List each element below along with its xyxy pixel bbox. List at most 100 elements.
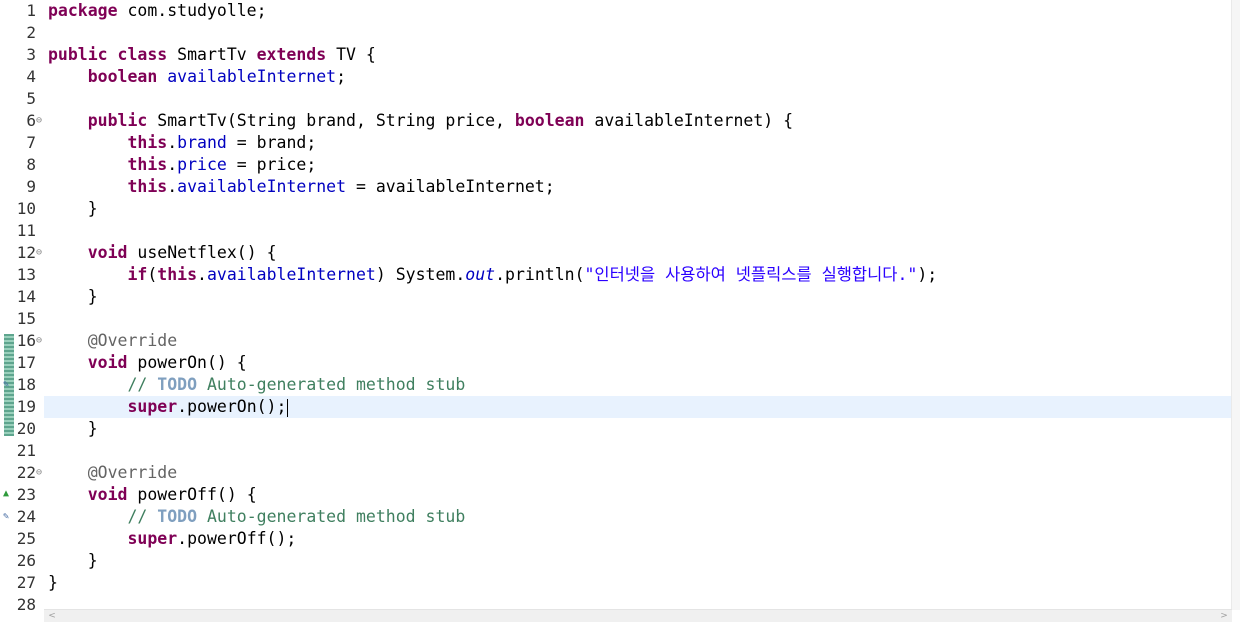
code-token: availableInternet) {	[584, 111, 794, 130]
line-number: 7	[26, 133, 36, 152]
code-line-text: super.powerOn();	[48, 396, 289, 418]
code-token: (	[147, 265, 158, 284]
vertical-scrollbar[interactable]	[1231, 0, 1240, 610]
code-line[interactable]: void useNetflex() {	[44, 242, 1232, 264]
code-line[interactable]: super.powerOn();	[44, 396, 1232, 418]
line-number: 13	[16, 265, 36, 284]
code-line[interactable]: public class SmartTv extends TV {	[44, 44, 1232, 66]
code-line[interactable]: super.powerOff();	[44, 528, 1232, 550]
code-line[interactable]: }	[44, 198, 1232, 220]
code-token: super	[127, 397, 178, 416]
line-number: 6	[26, 111, 36, 130]
code-token: this	[127, 133, 168, 152]
code-line[interactable]	[44, 88, 1232, 110]
override-triangle-icon[interactable]: ▲	[3, 488, 15, 500]
code-token: this	[157, 265, 198, 284]
line-number: 8	[26, 155, 36, 174]
code-line-text: public SmartTv(String brand, String pric…	[48, 110, 793, 132]
code-token: availableInternet	[167, 67, 337, 86]
code-editor[interactable]: 1 2 3 4 5 6 ⊖ 7 8 9 10 11 12 ⊖ 13 14 15 16 ⊖ 17 18 19 20 21 22 ⊖ 2…	[0, 0, 1232, 614]
code-token: .println(	[495, 265, 585, 284]
code-token: ) System.	[375, 265, 466, 284]
horizontal-scrollbar[interactable]: < >	[44, 609, 1232, 622]
code-line[interactable]	[44, 220, 1232, 242]
code-token: );	[917, 265, 938, 284]
code-line[interactable]: }	[44, 572, 1232, 594]
task-marker-icon[interactable]: ✎	[3, 511, 15, 523]
code-token: "인터넷을 사용하여 넷플릭스를 실행합니다."	[584, 265, 918, 284]
code-line[interactable]: void powerOn() {	[44, 352, 1232, 374]
code-token: .	[167, 177, 178, 196]
code-line[interactable]: boolean availableInternet;	[44, 66, 1232, 88]
code-token: powerOn() {	[127, 353, 247, 372]
line-number: 4	[26, 67, 36, 86]
fold-collapse-icon[interactable]: ⊖	[36, 330, 44, 352]
code-token: void	[87, 353, 128, 372]
code-token: }	[48, 199, 98, 218]
code-token: .	[167, 133, 178, 152]
code-line[interactable]: @Override	[44, 462, 1232, 484]
code-token: //	[127, 375, 158, 394]
code-line-text: }	[48, 286, 98, 308]
code-token: SmartTv(String brand, String price,	[147, 111, 515, 130]
line-number: 5	[26, 89, 36, 108]
fold-collapse-icon[interactable]: ⊖	[36, 462, 44, 484]
code-line[interactable]: }	[44, 550, 1232, 572]
code-token: powerOff() {	[127, 485, 257, 504]
code-line-text: void powerOn() {	[48, 352, 247, 374]
code-line[interactable]	[44, 308, 1232, 330]
code-token: this	[127, 155, 168, 174]
code-token: }	[48, 287, 98, 306]
code-token: = price;	[226, 155, 317, 174]
code-token: TODO	[157, 375, 198, 394]
code-line[interactable]: this.brand = brand;	[44, 132, 1232, 154]
code-token: }	[48, 551, 98, 570]
line-number: 3	[26, 45, 36, 64]
code-token: boolean	[87, 67, 158, 86]
task-marker-icon[interactable]: ✎	[3, 379, 15, 391]
scroll-left-icon[interactable]: <	[46, 610, 58, 622]
code-line-text: void useNetflex() {	[48, 242, 277, 264]
scroll-right-icon[interactable]: >	[1218, 610, 1230, 622]
code-line[interactable]: package com.studyolle;	[44, 0, 1232, 22]
code-line-text: this.brand = brand;	[48, 132, 316, 154]
code-line[interactable]: if(this.availableInternet) System.out.pr…	[44, 264, 1232, 286]
code-token: = brand;	[226, 133, 317, 152]
code-line[interactable]: @Override	[44, 330, 1232, 352]
line-number: 11	[16, 221, 36, 240]
code-token: availableInternet	[206, 265, 376, 284]
code-line-text: // TODO Auto-generated method stub	[48, 374, 465, 396]
fold-collapse-icon[interactable]: ⊖	[36, 242, 44, 264]
code-line-text: super.powerOff();	[48, 528, 296, 550]
code-line[interactable]: public SmartTv(String brand, String pric…	[44, 110, 1232, 132]
code-token: SmartTv	[167, 45, 257, 64]
line-number: 27	[16, 573, 36, 592]
code-token: TODO	[157, 507, 198, 526]
code-line-text: @Override	[48, 330, 177, 352]
code-line[interactable]: void powerOff() {	[44, 484, 1232, 506]
code-line[interactable]: }	[44, 286, 1232, 308]
line-number: 14	[16, 287, 36, 306]
code-token: @Override	[87, 331, 178, 350]
code-token: .powerOff();	[177, 529, 297, 548]
code-line[interactable]	[44, 440, 1232, 462]
line-number: 15	[16, 309, 36, 328]
code-line[interactable]	[44, 22, 1232, 44]
code-line[interactable]: }	[44, 418, 1232, 440]
fold-collapse-icon[interactable]: ⊖	[36, 110, 44, 132]
code-token: brand	[177, 133, 227, 152]
code-line[interactable]: // TODO Auto-generated method stub	[44, 374, 1232, 396]
code-line[interactable]: this.price = price;	[44, 154, 1232, 176]
code-token: if	[127, 265, 148, 284]
code-token: Auto-generated method stub	[197, 507, 466, 526]
code-line-text: this.price = price;	[48, 154, 316, 176]
code-line[interactable]: // TODO Auto-generated method stub	[44, 506, 1232, 528]
code-token: availableInternet	[177, 177, 347, 196]
code-text-area[interactable]: package com.studyolle; public class Smart…	[44, 0, 1232, 610]
code-line[interactable]: this.availableInternet = availableIntern…	[44, 176, 1232, 198]
